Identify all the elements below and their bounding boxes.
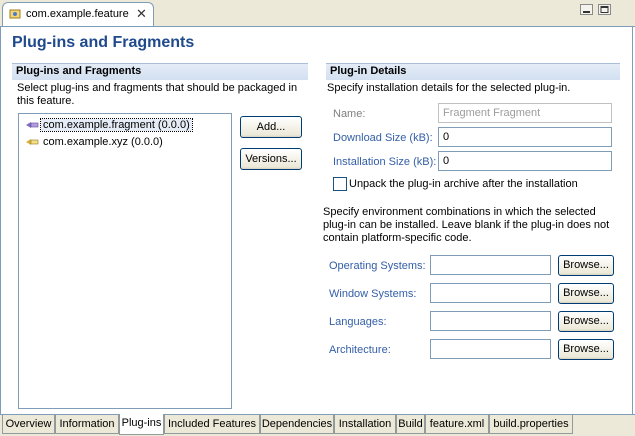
plugin-icon	[26, 139, 39, 146]
section-description: Select plug-ins and fragments that shoul…	[17, 82, 298, 107]
unpack-checkbox[interactable]	[333, 177, 347, 191]
name-label: Name:	[333, 108, 366, 120]
operating-systems-label: Operating Systems:	[329, 260, 426, 272]
installation-size-field[interactable]: 0	[438, 151, 612, 171]
name-field[interactable]: Fragment Fragment	[438, 103, 612, 123]
page-title: Plug-ins and Fragments	[12, 34, 195, 51]
environment-description: Specify environment combinations in whic…	[323, 206, 610, 244]
list-item-label: com.example.fragment (0.0.0)	[40, 118, 193, 132]
browse-languages-button[interactable]: Browse...	[558, 311, 614, 332]
close-icon[interactable]: ✕	[136, 6, 147, 22]
versions-button[interactable]: Versions...	[240, 148, 302, 170]
section-title: Plug-ins and Fragments	[16, 65, 142, 77]
section-description: Specify installation details for the sel…	[327, 82, 571, 94]
architecture-field[interactable]	[430, 339, 551, 359]
fragment-icon	[26, 122, 39, 129]
section-header: Plug-ins and Fragments	[12, 63, 308, 80]
section-header: Plug-in Details	[326, 63, 620, 80]
tab-build[interactable]: Build	[396, 415, 425, 434]
minimize-icon[interactable]	[580, 4, 593, 15]
list-item[interactable]: com.example.xyz (0.0.0)	[25, 135, 165, 150]
add-button[interactable]: Add...	[240, 116, 302, 138]
editor-tab-title: com.example.feature	[26, 8, 129, 20]
plugin-list[interactable]: com.example.fragment (0.0.0) com.example…	[18, 113, 232, 409]
languages-field[interactable]	[430, 311, 551, 331]
operating-systems-field[interactable]	[430, 255, 551, 275]
editor-tab[interactable]: com.example.feature ✕	[2, 2, 154, 26]
unpack-label: Unpack the plug-in archive after the ins…	[349, 178, 578, 190]
tab-plugins[interactable]: Plug-ins	[119, 414, 164, 435]
list-item-label: com.example.xyz (0.0.0)	[43, 136, 163, 148]
page-tab-bar: Overview Information Plug-ins Included F…	[0, 414, 635, 436]
tab-installation[interactable]: Installation	[334, 415, 396, 434]
tab-included-features[interactable]: Included Features	[164, 415, 260, 434]
plugins-section: Plug-ins and Fragments	[12, 63, 308, 80]
tab-overview[interactable]: Overview	[2, 415, 55, 434]
browse-os-button[interactable]: Browse...	[558, 255, 614, 276]
list-item[interactable]: com.example.fragment (0.0.0)	[25, 118, 193, 133]
window-systems-label: Window Systems:	[329, 288, 417, 300]
tab-dependencies[interactable]: Dependencies	[260, 415, 334, 434]
installation-size-label: Installation Size (kB):	[333, 156, 437, 168]
feature-icon	[9, 9, 21, 19]
section-title: Plug-in Details	[330, 65, 407, 77]
plugin-details-section: Plug-in Details	[326, 63, 620, 80]
browse-ws-button[interactable]: Browse...	[558, 283, 614, 304]
browse-architecture-button[interactable]: Browse...	[558, 339, 614, 360]
tab-feature-xml[interactable]: feature.xml	[425, 415, 489, 434]
window-systems-field[interactable]	[430, 283, 551, 303]
tab-information[interactable]: Information	[55, 415, 119, 434]
download-size-label: Download Size (kB):	[333, 132, 433, 144]
maximize-icon[interactable]	[598, 4, 611, 15]
architecture-label: Architecture:	[329, 344, 391, 356]
languages-label: Languages:	[329, 316, 387, 328]
tab-build-properties[interactable]: build.properties	[489, 415, 573, 434]
download-size-field[interactable]: 0	[438, 127, 612, 147]
